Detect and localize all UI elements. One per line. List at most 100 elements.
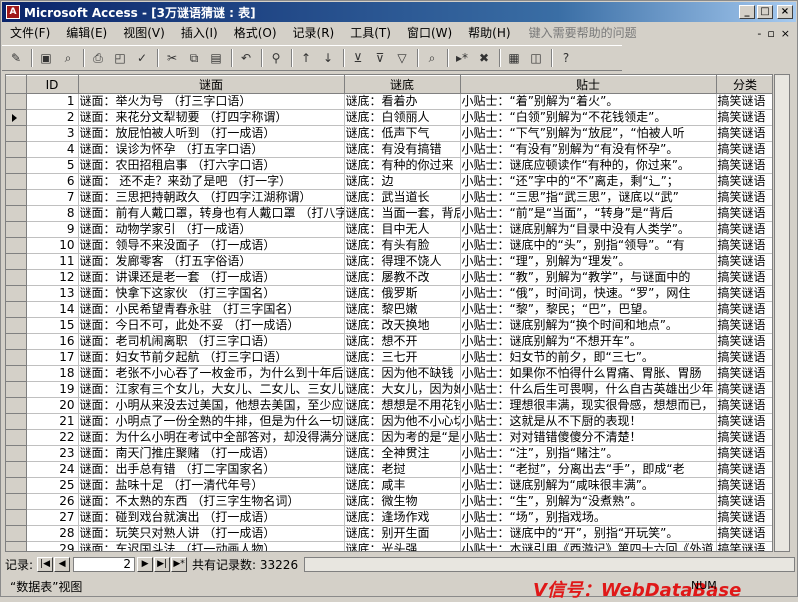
table-row[interactable]: 18 谜面：老张不小心吞了一枚金币，为什么到十年后 谜底：因为他不缺钱 小贴士：如果你… (6, 365, 772, 382)
table-row[interactable]: 22 谜面：为什么小明在考试中全部答对，却没得满分 谜底：因为考的是“是 小贴士：对对… (6, 429, 772, 446)
table-cell[interactable]: 谜底：微生物 (344, 493, 461, 510)
print-icon[interactable]: ⎙ (88, 48, 108, 68)
table-cell[interactable]: 小贴士：本谜引用《西游记》第四十六回《外道 (460, 541, 717, 551)
table-cell[interactable]: 小贴士：“着”别解为“着火”。 (460, 93, 717, 110)
doc-minimize-icon[interactable]: - (757, 27, 761, 40)
table-cell[interactable]: 小贴士：这就是从不下厨的表现！ (460, 413, 717, 430)
menu-item[interactable]: 视图(V) (115, 24, 173, 42)
table-cell[interactable]: 搞笑谜语 (716, 109, 772, 126)
table-cell[interactable]: 谜面：快拿下这家伙 （打三字国名） (78, 285, 345, 302)
search-file-icon[interactable]: ⌕ (58, 48, 78, 68)
table-row[interactable]: 21 谜面：小明点了一份全熟的牛排，但是为什么一切 谜底：因为他不小心切 小贴士：这就… (6, 413, 772, 430)
table-cell[interactable]: 谜底：白领丽人 (344, 109, 461, 126)
table-cell[interactable]: 20 (26, 397, 79, 414)
table-row[interactable]: 19 谜面：江家有三个女儿，大女儿、二女儿、三女儿 谜底：大女儿，因为她 小贴士：什么… (6, 381, 772, 398)
table-cell[interactable]: 搞笑谜语 (716, 541, 772, 551)
table-cell[interactable]: 搞笑谜语 (716, 509, 772, 526)
menu-item[interactable]: 帮助(H) (460, 24, 518, 42)
column-header[interactable]: 贴士 (460, 75, 717, 94)
table-cell[interactable]: 搞笑谜语 (716, 189, 772, 206)
row-selector[interactable] (6, 541, 27, 551)
filter-by-form-icon[interactable]: ⊽ (370, 48, 390, 68)
row-selector[interactable] (6, 173, 27, 190)
table-cell[interactable]: 谜面：动物学家引 （打一成语） (78, 221, 345, 238)
table-cell[interactable]: 搞笑谜语 (716, 477, 772, 494)
table-cell[interactable]: 谜底：改天换地 (344, 317, 461, 334)
filter-by-selection-icon[interactable]: ⊻ (348, 48, 368, 68)
row-selector[interactable] (6, 157, 27, 174)
table-cell[interactable]: 谜面：老张不小心吞了一枚金币，为什么到十年后 (78, 365, 345, 382)
help-search-input[interactable]: 键入需要帮助的问题 (527, 24, 717, 42)
table-cell[interactable]: 小贴士：理想很丰满，现实很骨感，想想而已， (460, 397, 717, 414)
table-cell[interactable]: 搞笑谜语 (716, 269, 772, 286)
table-cell[interactable]: 小贴士：“白领”别解为“不花钱领走”。 (460, 109, 717, 126)
sort-ascending-icon[interactable]: ↑ (296, 48, 316, 68)
table-cell[interactable]: 谜面：举火为号 （打三字口语） (78, 93, 345, 110)
row-selector[interactable] (6, 205, 27, 222)
table-cell[interactable]: 谜面：南天门推庄聚赌 （打一成语） (78, 445, 345, 462)
table-cell[interactable]: 22 (26, 429, 79, 446)
table-cell[interactable]: 搞笑谜语 (716, 221, 772, 238)
print-preview-icon[interactable]: ◰ (110, 48, 130, 68)
row-selector[interactable] (6, 269, 27, 286)
table-row[interactable]: 12 谜面：讲课还是老一套 （打一成语） 谜底：屡教不改 小贴士：“教”，别解为“教学… (6, 269, 772, 286)
table-cell[interactable]: 谜面：放屁怕被人听到 （打一成语） (78, 125, 345, 142)
table-cell[interactable]: 15 (26, 317, 79, 334)
table-row[interactable]: 28 谜面：玩笑只对熟人讲 （打一成语） 谜底：别开生面 小贴士：谜底中的“开”，别指… (6, 525, 772, 542)
table-cell[interactable]: 谜面： 还不走？来劲了是吧 （打一字） (78, 173, 345, 190)
table-cell[interactable]: 3 (26, 125, 79, 142)
table-cell[interactable]: 谜面：玩笑只对熟人讲 （打一成语） (78, 525, 345, 542)
table-cell[interactable]: 小贴士：什么后生可畏啊，什么自古英雄出少年 (460, 381, 717, 398)
table-cell[interactable]: 14 (26, 301, 79, 318)
row-selector[interactable] (6, 493, 27, 510)
table-cell[interactable]: 27 (26, 509, 79, 526)
table-cell[interactable]: 谜底：边 (344, 173, 461, 190)
table-cell[interactable]: 谜面：老司机闹离职 （打三字口语） (78, 333, 345, 350)
row-selector[interactable] (6, 109, 27, 126)
previous-record-button[interactable]: ◀ (54, 556, 71, 572)
table-cell[interactable]: 搞笑谜语 (716, 173, 772, 190)
row-selector[interactable] (6, 365, 27, 382)
table-cell[interactable]: 24 (26, 461, 79, 478)
menu-item[interactable]: 插入(I) (173, 24, 226, 42)
table-cell[interactable]: 搞笑谜语 (716, 253, 772, 270)
table-row[interactable]: 5 谜面：农田招租启事 （打六字口语） 谜底：有种的你过来 小贴士：谜底应顿读作“有种… (6, 157, 772, 174)
table-cell[interactable]: 小贴士：对对错错傻傻分不清楚！ (460, 429, 717, 446)
table-cell[interactable]: 26 (26, 493, 79, 510)
menu-item[interactable]: 记录(R) (285, 24, 343, 42)
table-cell[interactable]: 小贴士：“三思”指“武三思”，谜底以“武” (460, 189, 717, 206)
table-cell[interactable]: 9 (26, 221, 79, 238)
table-cell[interactable]: 小贴士：“黎”，黎民；“巴”，巴望。 (460, 301, 717, 318)
doc-restore-icon[interactable]: ▫ (767, 27, 774, 40)
row-selector[interactable] (6, 429, 27, 446)
apply-filter-icon[interactable]: ▽ (392, 48, 412, 68)
table-cell[interactable]: 小贴士：“注”，别指“赌注”。 (460, 445, 717, 462)
table-cell[interactable]: 搞笑谜语 (716, 461, 772, 478)
table-row[interactable]: 17 谜面：妇女节前夕起航 （打三字口语） 谜底：三七开 小贴士：妇女节的前夕，即“三… (6, 349, 772, 366)
table-cell[interactable]: 搞笑谜语 (716, 365, 772, 382)
table-cell[interactable]: 搞笑谜语 (716, 445, 772, 462)
row-selector[interactable] (6, 381, 27, 398)
table-cell[interactable]: 谜面：领导不来没面子 （打一成语） (78, 237, 345, 254)
table-cell[interactable]: 小贴士：“俄”，时间词，快速。“罗”，网住 (460, 285, 717, 302)
table-cell[interactable]: 谜底：老挝 (344, 461, 461, 478)
table-cell[interactable]: 6 (26, 173, 79, 190)
table-cell[interactable]: 搞笑谜语 (716, 285, 772, 302)
find-icon[interactable]: ⌕ (422, 48, 442, 68)
table-cell[interactable]: 谜面：不太熟的东西 （打三字生物名词） (78, 493, 345, 510)
copy-icon[interactable]: ⧉ (184, 48, 204, 68)
current-record-input[interactable]: 2 (73, 556, 136, 572)
row-selector[interactable] (6, 141, 27, 158)
table-cell[interactable]: 小贴士：谜底中的“开”，别指“开玩笑”。 (460, 525, 717, 542)
row-selector[interactable] (6, 461, 27, 478)
row-selector[interactable] (6, 525, 27, 542)
table-cell[interactable]: 搞笑谜语 (716, 397, 772, 414)
row-selector[interactable] (6, 253, 27, 270)
table-cell[interactable]: 谜底：逢场作戏 (344, 509, 461, 526)
table-row[interactable]: 11 谜面：发廊零客 （打五字俗语） 谜底：得理不饶人 小贴士：“理”，别解为“理发”… (6, 253, 772, 270)
table-cell[interactable]: 搞笑谜语 (716, 301, 772, 318)
table-cell[interactable]: 谜面：碰到戏台就演出 （打一成语） (78, 509, 345, 526)
next-record-button[interactable]: ▶ (137, 556, 154, 572)
doc-close-icon[interactable]: × (781, 27, 790, 40)
table-cell[interactable]: 21 (26, 413, 79, 430)
